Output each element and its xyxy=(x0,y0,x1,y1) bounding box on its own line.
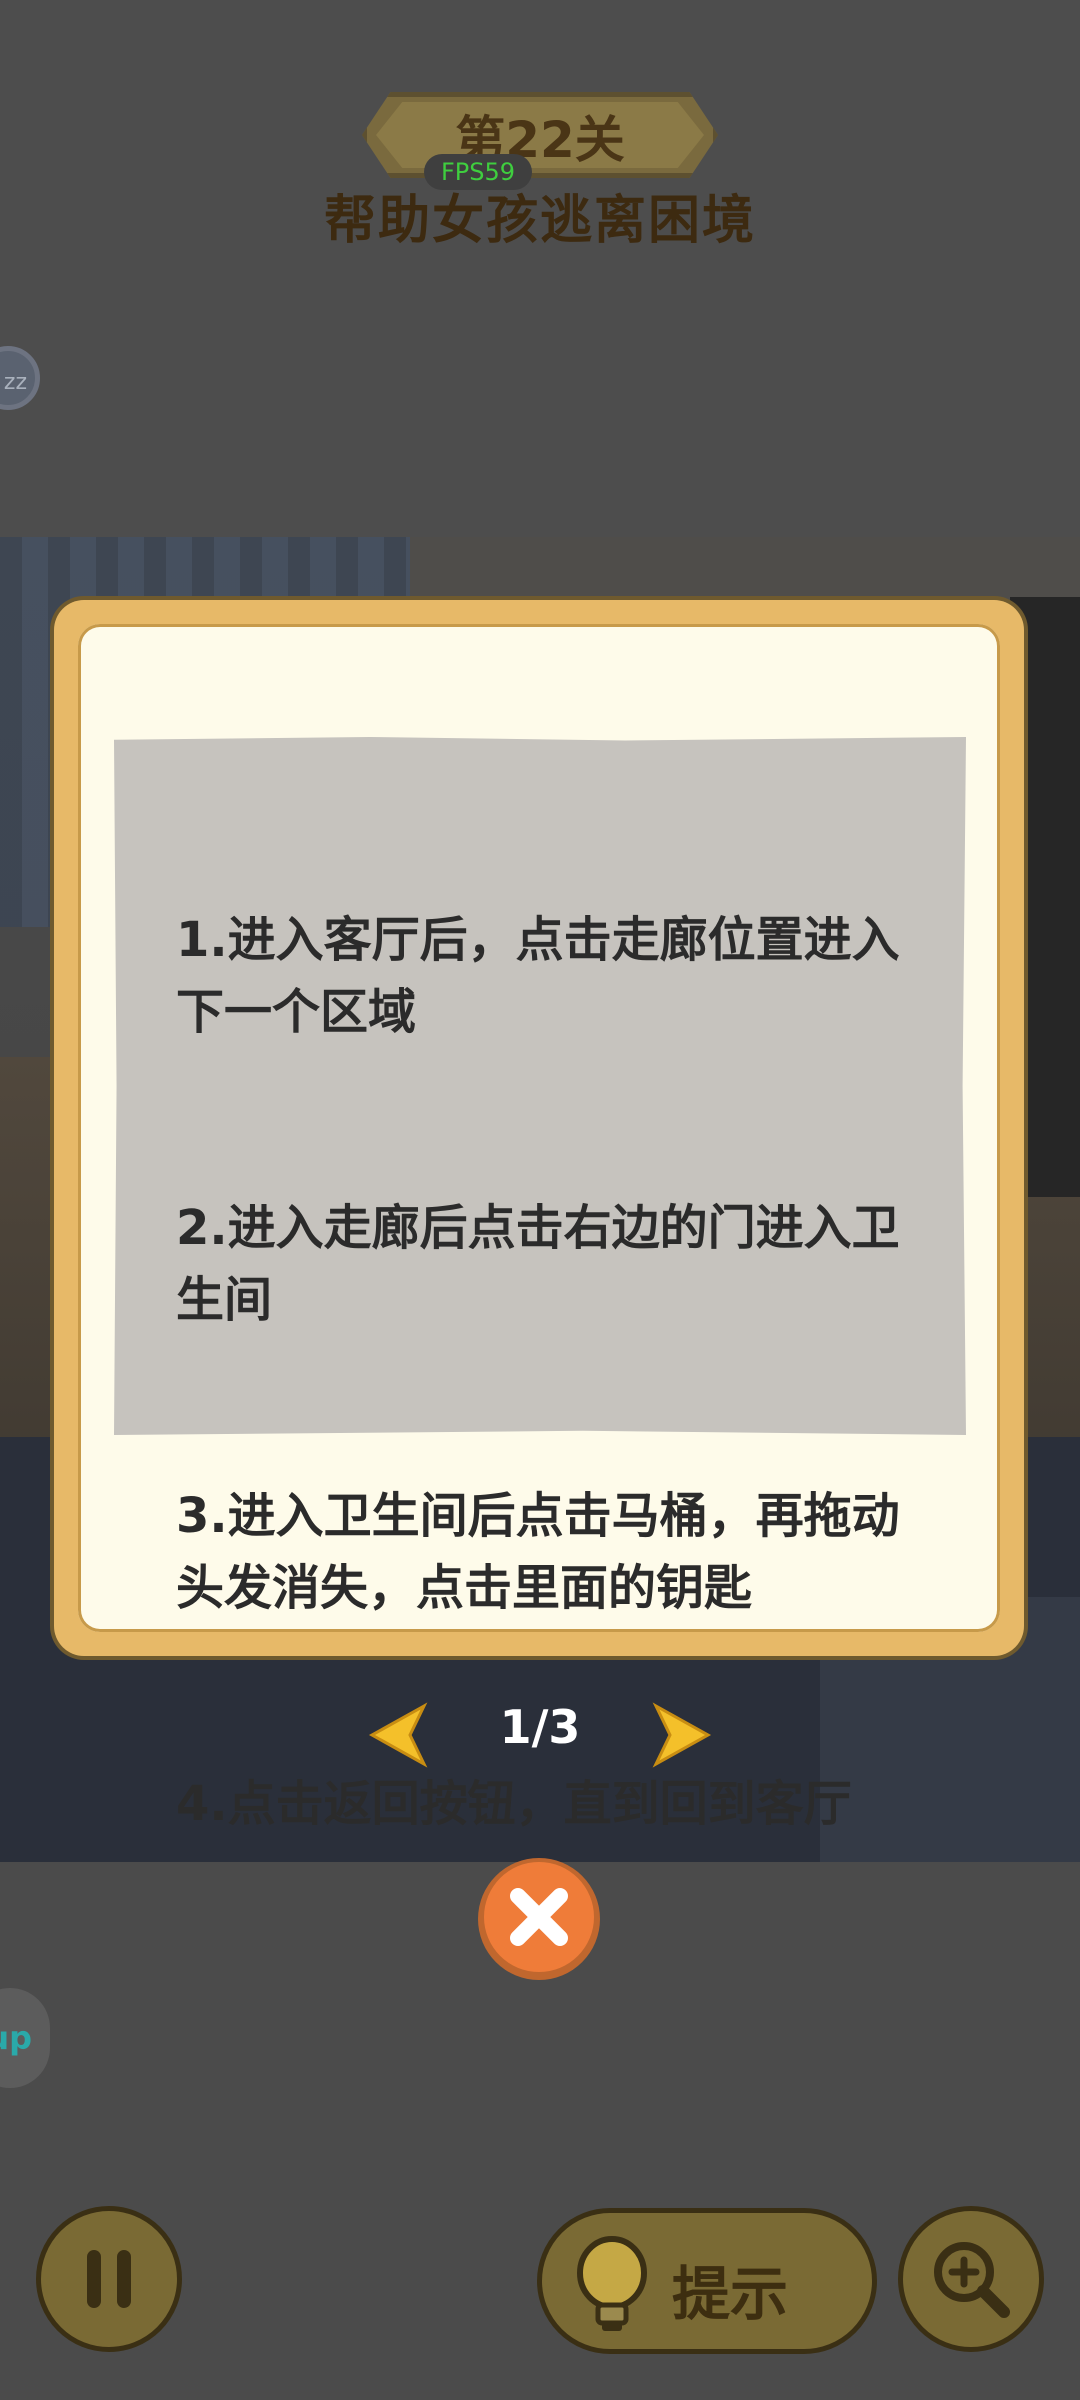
pause-icon xyxy=(87,2250,131,2308)
hint-label: 提示 xyxy=(672,2260,789,2328)
lightbulb-icon xyxy=(577,2236,647,2331)
walkthrough-step: 2.进入走廊后点击右边的门进入卫生间 xyxy=(176,1200,900,1328)
hint-button[interactable]: 提示 xyxy=(537,2208,877,2354)
pause-button[interactable] xyxy=(36,2206,182,2352)
top-overlay xyxy=(0,0,1080,537)
chevron-left-icon xyxy=(368,1702,428,1768)
prev-page-button[interactable] xyxy=(366,1700,430,1770)
next-page-button[interactable] xyxy=(650,1700,714,1770)
close-icon xyxy=(510,1888,568,1946)
zoom-in-icon xyxy=(934,2242,1010,2318)
level-subtitle: 帮助女孩逃离困境 xyxy=(323,191,756,251)
close-button[interactable] xyxy=(478,1858,600,1980)
chevron-right-icon xyxy=(652,1702,712,1768)
level-title: 第22关 xyxy=(455,111,625,169)
page-indicator: 1/3 xyxy=(499,1700,581,1754)
zoom-button[interactable] xyxy=(898,2206,1044,2352)
walkthrough-step: 4.点击返回按钮，直到回到客厅 xyxy=(176,1776,852,1832)
walkthrough-step: 1.进入客厅后，点击走廊位置进入下一个区域 xyxy=(176,912,900,1040)
walkthrough-step: 3.进入卫生间后点击马桶，再拖动头发消失，点击里面的钥匙 xyxy=(176,1488,900,1616)
